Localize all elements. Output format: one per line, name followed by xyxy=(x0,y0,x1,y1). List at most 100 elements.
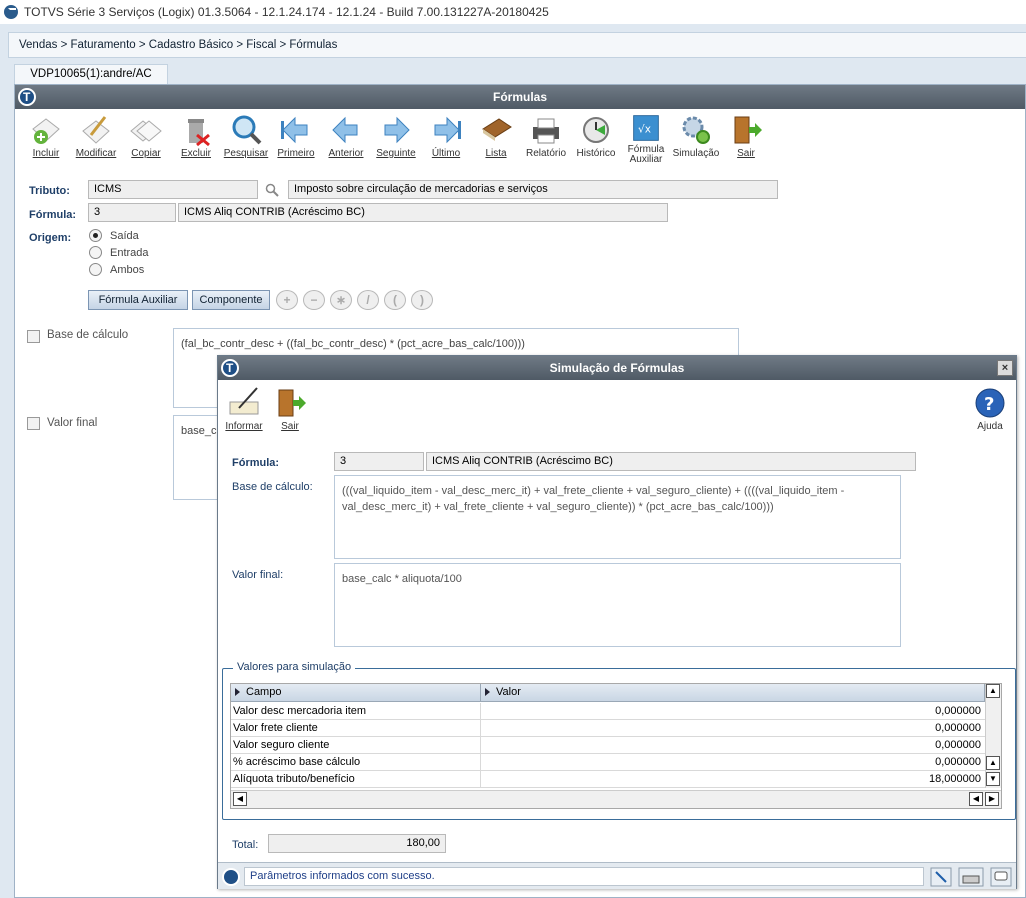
simulacao-button[interactable]: Simulação xyxy=(671,113,721,165)
formula-auxiliar-button[interactable]: √x Fórmula Auxiliar xyxy=(621,113,671,165)
grid-header: Campo Valor xyxy=(231,684,985,702)
table-row[interactable]: Valor desc mercadoria item 0,000000 xyxy=(231,703,985,720)
incluir-label: Incluir xyxy=(32,148,60,159)
tab-program[interactable]: VDP10065(1):andre/AC xyxy=(14,64,168,84)
close-icon[interactable]: × xyxy=(997,360,1013,376)
cell-valor[interactable]: 0,000000 xyxy=(481,720,985,736)
ultimo-button[interactable]: Último xyxy=(421,113,471,165)
search-icon[interactable] xyxy=(265,183,279,197)
sort-arrow-icon xyxy=(235,688,240,697)
copiar-label: Copiar xyxy=(131,148,161,159)
expand-icon[interactable] xyxy=(930,867,952,887)
totvs-logo-icon: T xyxy=(221,359,239,377)
ajuda-button[interactable]: ? Ajuda xyxy=(968,386,1012,438)
operator-plus-button[interactable]: + xyxy=(276,290,298,310)
operator-minus-button[interactable]: − xyxy=(303,290,325,310)
origem-radio-saida[interactable]: Saída xyxy=(89,229,139,242)
scroll-up-icon[interactable]: ▲ xyxy=(986,756,1000,770)
dialog-formula-description-field: ICMS Aliq CONTRIB (Acréscimo BC) xyxy=(426,452,916,471)
simulacao-label: Simulação xyxy=(672,148,720,159)
scroll-right-icon[interactable]: ◀ xyxy=(969,792,983,806)
copy-icon xyxy=(130,120,162,142)
breadcrumb: Vendas > Faturamento > Cadastro Básico >… xyxy=(8,32,1026,58)
dialog-base-calculo-label: Base de cálculo: xyxy=(232,481,313,493)
primeiro-label: Primeiro xyxy=(277,148,315,159)
table-row[interactable]: Alíquota tributo/benefício 18,000000 xyxy=(231,771,985,788)
copiar-button[interactable]: Copiar xyxy=(121,113,171,165)
cell-campo: % acréscimo base cálculo xyxy=(231,754,481,770)
cell-valor[interactable]: 18,000000 xyxy=(481,771,985,787)
exit-door-icon xyxy=(278,389,306,417)
pesquisar-button[interactable]: Pesquisar xyxy=(221,113,271,165)
keyboard-icon[interactable] xyxy=(958,867,984,887)
seguinte-label: Seguinte xyxy=(376,148,416,159)
operator-close-paren-button[interactable]: ) xyxy=(411,290,433,310)
cell-valor[interactable]: 0,000000 xyxy=(481,703,985,719)
relatorio-button[interactable]: Relatório xyxy=(521,113,571,165)
column-campo-label: Campo xyxy=(246,686,282,698)
scroll-down-icon[interactable]: ▼ xyxy=(986,772,1000,786)
cell-valor[interactable]: 0,000000 xyxy=(481,737,985,753)
excluir-button[interactable]: Excluir xyxy=(171,113,221,165)
base-calculo-checkbox[interactable] xyxy=(27,330,40,343)
tributo-code-field[interactable]: ICMS xyxy=(88,180,258,199)
status-bar: Parâmetros informados com sucesso. xyxy=(218,862,1016,889)
first-icon xyxy=(281,116,308,144)
componente-button[interactable]: Componente xyxy=(192,290,270,310)
simulacao-dialog: T Simulação de Fórmulas × Informar Sair … xyxy=(217,355,1017,889)
sair-button[interactable]: Sair xyxy=(721,113,771,165)
cell-valor[interactable]: 0,000000 xyxy=(481,754,985,770)
primeiro-button[interactable]: Primeiro xyxy=(271,113,321,165)
window-title: TOTVS Série 3 Serviços (Logix) 01.3.5064… xyxy=(24,5,549,19)
scroll-left-icon[interactable]: ◀ xyxy=(233,792,247,806)
scroll-up-icon[interactable]: ▲ xyxy=(986,684,1000,698)
table-row[interactable]: % acréscimo base cálculo 0,000000 xyxy=(231,754,985,771)
origem-radio-entrada[interactable]: Entrada xyxy=(89,246,149,259)
column-header-campo[interactable]: Campo xyxy=(231,684,481,702)
historico-button[interactable]: Histórico xyxy=(571,113,621,165)
previous-icon xyxy=(332,116,358,144)
vertical-scrollbar[interactable]: ▲ ▲ ▼ xyxy=(985,684,1001,788)
pesquisar-label: Pesquisar xyxy=(223,148,269,159)
base-calculo-label: Base de cálculo xyxy=(47,329,129,341)
anterior-button[interactable]: Anterior xyxy=(321,113,371,165)
modificar-button[interactable]: Modificar xyxy=(71,113,121,165)
status-info-icon xyxy=(222,868,240,886)
seguinte-button[interactable]: Seguinte xyxy=(371,113,421,165)
operator-multiply-button[interactable]: ∗ xyxy=(330,290,352,310)
dialog-valor-final-textarea: base_calc * aliquota/100 xyxy=(334,563,901,647)
help-icon: ? xyxy=(975,388,1005,418)
operator-divide-button[interactable]: / xyxy=(357,290,379,310)
tributo-label: Tributo: xyxy=(29,185,70,197)
totvs-logo-icon: T xyxy=(18,88,36,106)
table-row[interactable]: Valor seguro cliente 0,000000 xyxy=(231,737,985,754)
incluir-button[interactable]: Incluir xyxy=(21,113,71,165)
formula-label: Fórmula: xyxy=(29,209,77,221)
dialog-formula-code-field: 3 xyxy=(334,452,424,471)
sort-arrow-icon xyxy=(485,688,490,697)
modificar-label: Modificar xyxy=(75,148,117,159)
cell-campo: Valor frete cliente xyxy=(231,720,481,736)
informar-button[interactable]: Informar xyxy=(222,386,266,438)
valor-final-checkbox[interactable] xyxy=(27,417,40,430)
table-row[interactable]: Valor frete cliente 0,000000 xyxy=(231,720,985,737)
gears-icon xyxy=(682,116,710,144)
horizontal-scrollbar[interactable]: ◀ ◀ ▶ xyxy=(231,790,1001,808)
dialog-formula-label: Fórmula: xyxy=(232,457,280,469)
group-title: Valores para simulação xyxy=(233,661,356,673)
column-header-valor[interactable]: Valor xyxy=(481,684,985,702)
formula-auxiliar-form-button[interactable]: Fórmula Auxiliar xyxy=(88,290,188,310)
historico-label: Histórico xyxy=(576,148,616,159)
dialog-title: Simulação de Fórmulas xyxy=(549,361,685,375)
lista-button[interactable]: Lista xyxy=(471,113,521,165)
origem-radio-ambos[interactable]: Ambos xyxy=(89,263,144,276)
dialog-sair-button[interactable]: Sair xyxy=(268,386,312,438)
chat-icon[interactable] xyxy=(990,867,1012,887)
tributo-description-field: Imposto sobre circulação de mercadorias … xyxy=(288,180,778,199)
history-icon xyxy=(583,117,609,143)
operator-open-paren-button[interactable]: ( xyxy=(384,290,406,310)
svg-text:√x: √x xyxy=(638,123,651,135)
formula-code-field[interactable]: 3 xyxy=(88,203,176,222)
scroll-right-icon[interactable]: ▶ xyxy=(985,792,999,806)
formula-description-field[interactable]: ICMS Aliq CONTRIB (Acréscimo BC) xyxy=(178,203,668,222)
